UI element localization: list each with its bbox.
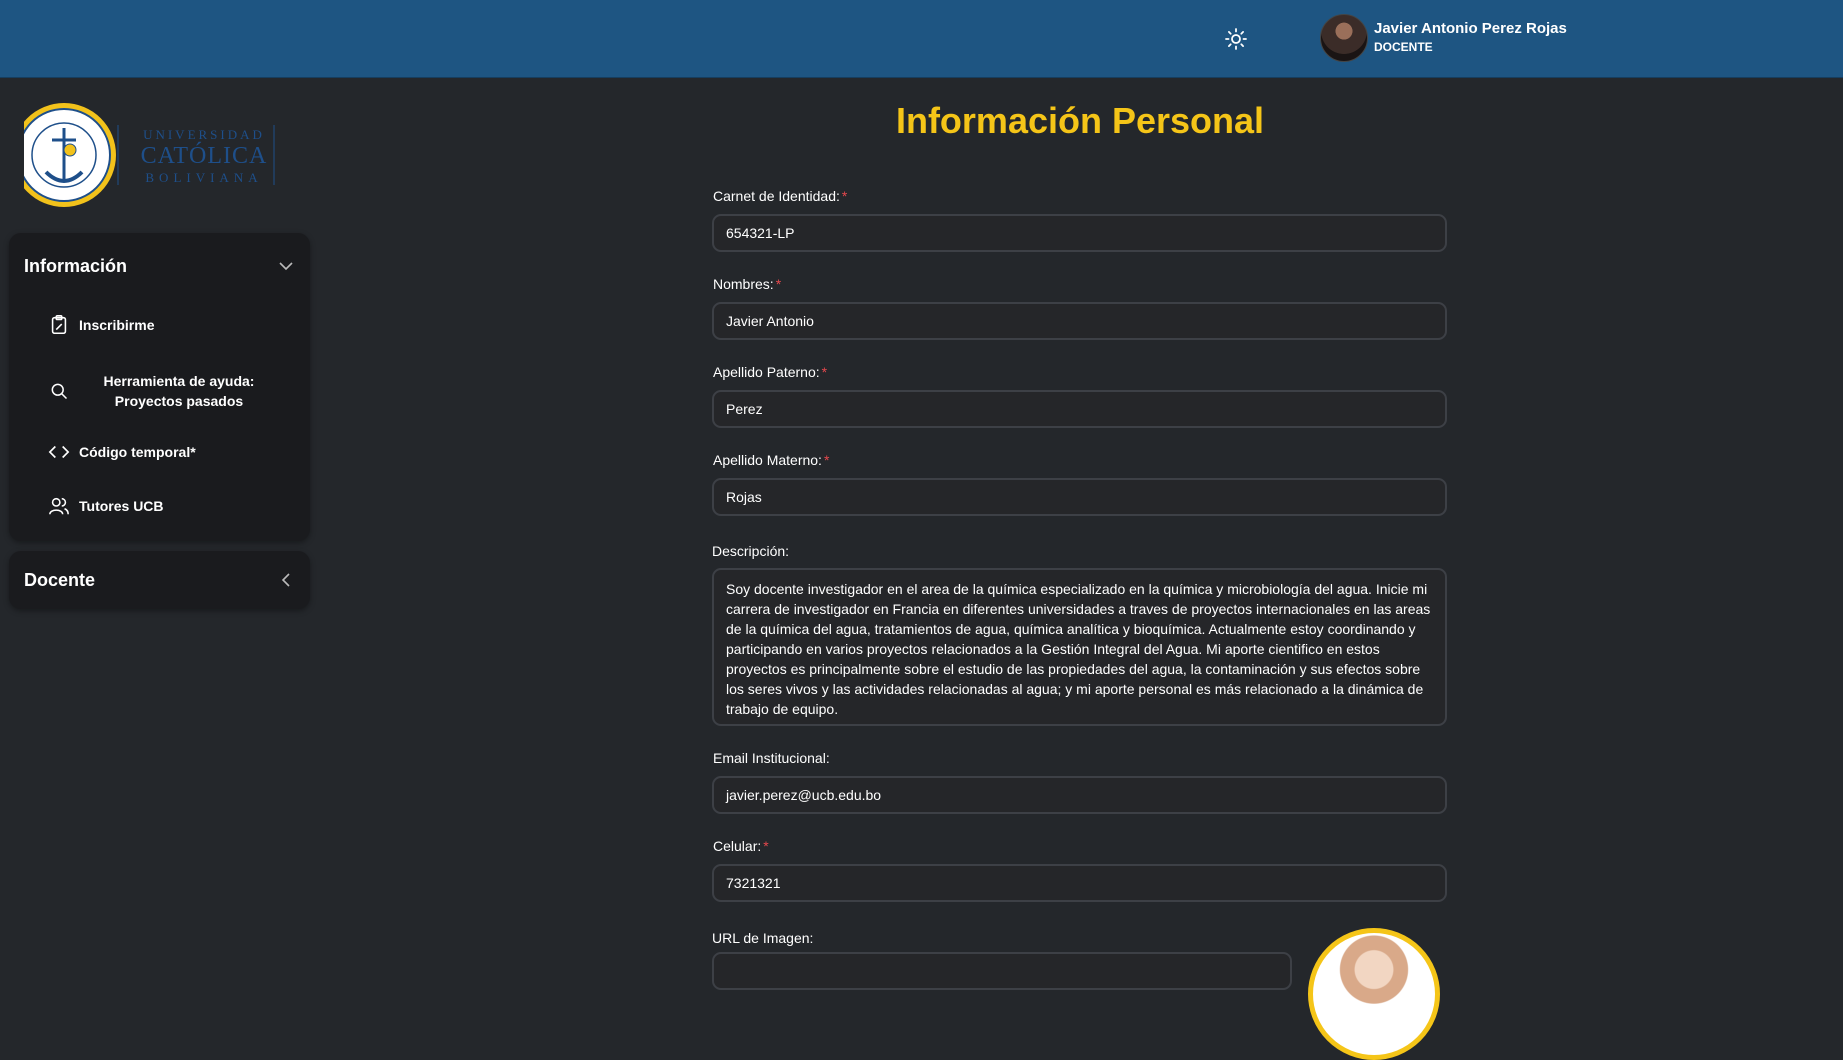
sidebar-section-informacion: Información Inscribirme Herramienta de a… xyxy=(9,233,310,541)
clipboard-icon xyxy=(47,313,71,337)
required-marker: * xyxy=(821,364,828,380)
required-marker: * xyxy=(823,452,830,468)
field-label-descripcion: Descripción: xyxy=(712,543,790,559)
ci-input[interactable]: 654321-LP xyxy=(712,214,1447,252)
sun-icon xyxy=(1225,28,1247,50)
descripcion-value: Soy docente investigador en el area de l… xyxy=(726,581,1431,717)
required-marker: * xyxy=(775,276,782,292)
ci-value: 654321-LP xyxy=(726,225,795,241)
email-value: javier.perez@ucb.edu.bo xyxy=(726,787,882,803)
sidebar-item-label: Herramienta de ayuda: Proyectos pasados xyxy=(103,373,255,409)
required-marker: * xyxy=(763,838,769,854)
section-title: Docente xyxy=(24,569,96,590)
field-label-materno: Apellido Materno: * xyxy=(713,452,830,468)
nombres-input[interactable]: Javier Antonio xyxy=(712,302,1447,340)
sidebar-item-codigo-temporal[interactable]: Código temporal* xyxy=(47,440,287,464)
code-icon xyxy=(47,440,71,464)
imagen-url-input[interactable] xyxy=(712,952,1292,990)
field-label-paterno: Apellido Paterno: * xyxy=(713,364,828,380)
field-label-celular: Celular: * xyxy=(713,838,769,854)
field-label-email: Email Institucional: xyxy=(713,750,830,766)
avatar[interactable] xyxy=(1320,14,1368,62)
sidebar-item-label: Código temporal* xyxy=(79,444,196,460)
celular-value: 7321321 xyxy=(726,875,781,891)
required-marker: * xyxy=(841,188,848,204)
users-icon xyxy=(47,494,71,518)
user-name: Javier Antonio Perez Rojas xyxy=(1374,20,1567,37)
page-title: Información Personal xyxy=(895,100,1265,141)
materno-value: Rojas xyxy=(726,489,762,505)
sidebar-item-inscribirme[interactable]: Inscribirme xyxy=(47,313,287,337)
user-role: DOCENTE xyxy=(1374,40,1433,54)
profile-photo xyxy=(1308,928,1440,1060)
apellido-materno-input[interactable]: Rojas xyxy=(712,478,1447,516)
section-header-informacion[interactable]: Información xyxy=(24,251,295,281)
user-info: Javier Antonio Perez Rojas DOCENTE xyxy=(1374,20,1567,56)
section-header-docente[interactable]: Docente xyxy=(24,565,295,595)
nombres-value: Javier Antonio xyxy=(726,313,814,329)
theme-toggle-button[interactable] xyxy=(1222,25,1250,53)
field-label-ci: Carnet de Identidad: * xyxy=(713,188,848,204)
logo-line-2: CATÓLICA xyxy=(140,143,268,169)
apellido-paterno-input[interactable]: Perez xyxy=(712,390,1447,428)
field-label-imagen: URL de Imagen: xyxy=(712,930,814,946)
chevron-down-icon xyxy=(279,262,293,271)
sidebar-item-herramienta[interactable]: Herramienta de ayuda: Proyectos pasados xyxy=(47,371,287,411)
paterno-value: Perez xyxy=(726,401,763,417)
sidebar-item-label: Tutores UCB xyxy=(79,498,164,514)
top-bar: Javier Antonio Perez Rojas DOCENTE xyxy=(0,0,1843,78)
user-menu[interactable]: Javier Antonio Perez Rojas DOCENTE xyxy=(1320,14,1567,62)
section-title: Información xyxy=(24,255,128,276)
search-icon xyxy=(47,379,71,403)
email-input[interactable]: javier.perez@ucb.edu.bo xyxy=(712,776,1447,814)
sidebar-item-tutores[interactable]: Tutores UCB xyxy=(47,494,287,518)
field-label-nombres: Nombres: * xyxy=(713,276,782,292)
descripcion-textarea[interactable]: Soy docente investigador en el area de l… xyxy=(712,568,1447,726)
celular-input[interactable]: 7321321 xyxy=(712,864,1447,902)
logo-line-3: BOLIVIANA xyxy=(145,170,263,185)
sidebar-item-label: Inscribirme xyxy=(79,317,155,333)
sidebar-section-docente: Docente xyxy=(9,551,310,609)
chevron-left-icon xyxy=(281,573,290,587)
